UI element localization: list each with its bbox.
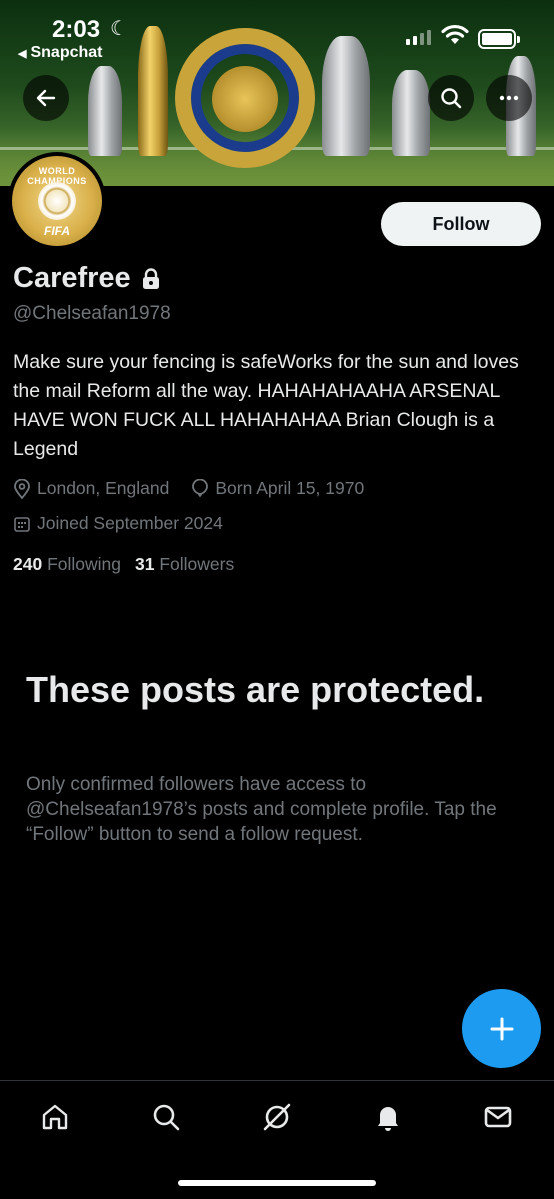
follow-counts: 240 Following 31 Followers — [13, 554, 234, 575]
more-options-button[interactable] — [486, 75, 532, 121]
plus-icon — [490, 1017, 513, 1040]
location-item: London, England — [13, 478, 169, 499]
home-icon — [42, 1104, 68, 1130]
protected-title: These posts are protected. — [26, 669, 485, 710]
mail-icon — [484, 1106, 512, 1128]
joined-text: Joined September 2024 — [37, 513, 223, 533]
balloon-icon — [192, 478, 209, 497]
display-name: Carefree — [13, 262, 131, 294]
born-text: Born April 15, 1970 — [215, 478, 365, 498]
nav-messages[interactable] — [476, 1095, 520, 1139]
grok-icon — [263, 1103, 291, 1131]
home-indicator[interactable] — [178, 1180, 376, 1186]
back-triangle-icon: ◀ — [18, 48, 27, 60]
profile-meta-row: London, England Born April 15, 1970 — [13, 478, 364, 499]
protected-description: Only confirmed followers have access to … — [26, 774, 497, 845]
search-icon — [441, 88, 462, 109]
banner-trophy — [88, 66, 122, 156]
avatar-emblem — [38, 182, 76, 220]
back-button[interactable] — [23, 75, 69, 121]
following-label: Following — [47, 554, 122, 574]
following-count: 240 — [13, 554, 43, 574]
joined-item: Joined September 2024 — [13, 513, 223, 534]
banner-trophy — [392, 70, 430, 156]
followers-link[interactable]: 31 Followers — [135, 554, 234, 575]
battery-icon — [478, 29, 520, 49]
avatar[interactable]: WORLD CHAMPIONS FIFA — [8, 152, 106, 250]
status-bar: 2:03 ☾ ◀ Snapchat — [0, 10, 554, 64]
profile-handle: @Chelseafan1978 — [13, 303, 171, 324]
search-icon — [153, 1104, 180, 1131]
cellular-signal-icon — [406, 30, 431, 45]
lock-icon — [142, 267, 159, 289]
location-text: London, England — [37, 478, 170, 498]
nav-grok[interactable] — [255, 1095, 299, 1139]
followers-count: 31 — [135, 554, 155, 574]
status-time: 2:03 — [52, 16, 101, 43]
moon-icon: ☾ — [110, 18, 128, 40]
back-app-label: Snapchat — [30, 44, 103, 61]
nav-search[interactable] — [144, 1095, 188, 1139]
nav-home[interactable] — [33, 1095, 77, 1139]
followers-label: Followers — [159, 554, 235, 574]
avatar-fifa-text: FIFA — [44, 224, 70, 238]
follow-button[interactable]: Follow — [381, 202, 541, 246]
birthday-item: Born April 15, 1970 — [191, 478, 364, 499]
arrow-left-icon — [36, 89, 56, 107]
back-to-app-link[interactable]: ◀ Snapchat — [18, 44, 102, 62]
banner-trophy-center — [212, 66, 278, 132]
avatar-image: WORLD CHAMPIONS FIFA — [12, 156, 102, 246]
wifi-icon — [441, 24, 469, 44]
bell-icon — [378, 1107, 398, 1131]
profile-name-row: Carefree — [13, 262, 161, 295]
compose-button[interactable] — [462, 989, 541, 1068]
profile-meta-row: Joined September 2024 — [13, 513, 223, 534]
search-button[interactable] — [428, 75, 474, 121]
location-pin-icon — [14, 478, 30, 499]
calendar-icon — [14, 516, 30, 532]
nav-notifications[interactable] — [366, 1095, 410, 1139]
following-link[interactable]: 240 Following — [13, 554, 121, 575]
profile-bio: Make sure your fencing is safeWorks for … — [13, 351, 519, 460]
more-horizontal-icon — [499, 95, 519, 101]
